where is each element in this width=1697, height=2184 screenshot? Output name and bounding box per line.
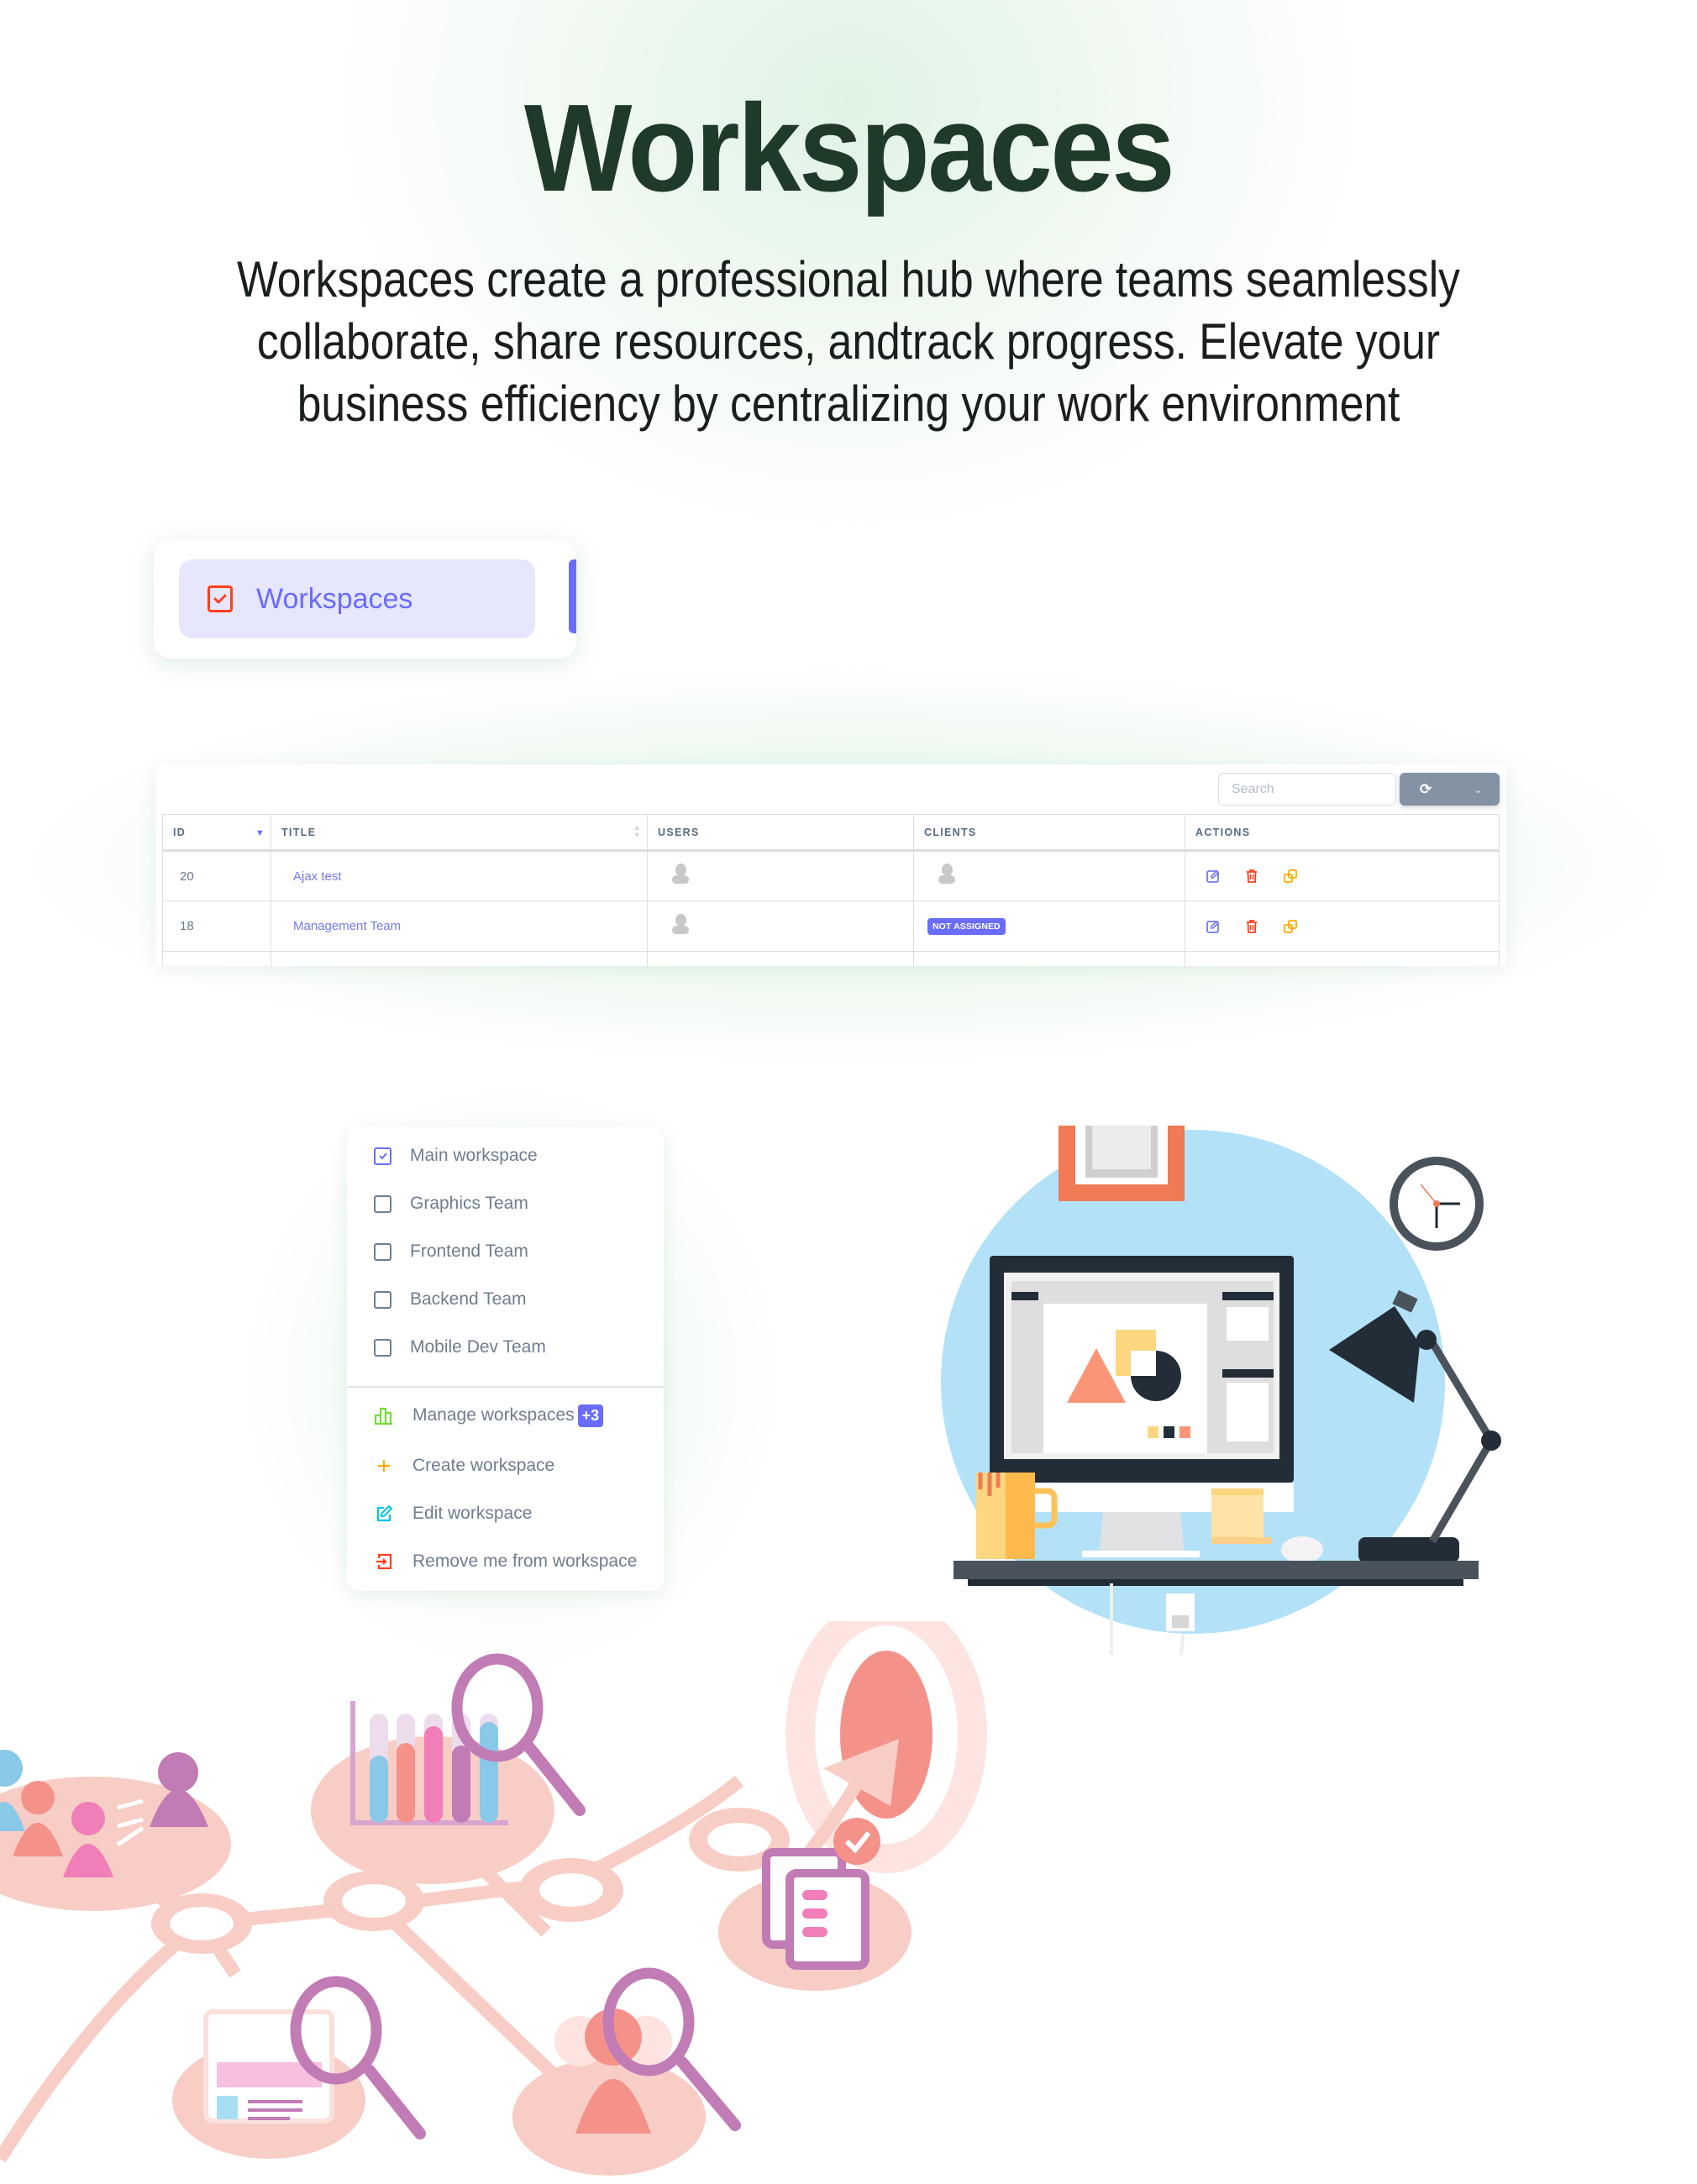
workspace-dropdown-menu: Main workspace Graphics Team Frontend Te… [347,1127,664,1591]
menu-item-frontend-team[interactable]: Frontend Team [374,1235,528,1268]
column-header-clients: CLIENTS [913,814,1185,852]
table-row: 18 Management Team NOT ASSIGNED [162,900,1500,952]
active-indicator [569,559,576,633]
bar-chart-icon [374,1405,394,1425]
edit-icon[interactable] [1206,919,1221,934]
duplicate-icon[interactable] [1283,919,1298,934]
refresh-button[interactable]: ⟳ ⌄ [1400,773,1500,806]
sidebar-item-label: Workspaces [256,582,413,615]
checkbox-icon[interactable] [374,1338,391,1357]
menu-item-backend-team[interactable]: Backend Team [374,1283,527,1316]
delete-icon[interactable] [1244,869,1259,884]
user-avatar[interactable] [671,864,690,885]
menu-item-graphics-team[interactable]: Graphics Team [374,1187,528,1221]
workspace-title-link[interactable]: Management Team [288,919,401,933]
desk-illustration [941,1126,1501,1655]
menu-item-create-workspace[interactable]: Create workspace [374,1449,554,1483]
table-row [162,951,1500,966]
page-title: Workspaces [523,79,1175,218]
note-paper-icon [1211,1488,1272,1544]
subtitle-line: collaborate, share resources, andtrack p… [256,313,1441,370]
page-subtitle: Workspaces create a professional hub whe… [198,249,1499,435]
sort-icon: ▲ ▼ [633,823,642,839]
subtitle-line: business efficiency by centralizing your… [297,375,1400,432]
picture-frame-icon [1059,1126,1185,1201]
plus-icon [374,1456,394,1476]
chart-search-icon [311,1653,586,1884]
checkbox-checked-icon[interactable] [374,1147,391,1165]
checkbox-icon [208,585,233,612]
checkbox-icon[interactable] [374,1290,391,1309]
menu-item-remove-me[interactable]: Remove me from workspace [374,1545,637,1578]
workspaces-table: ID ▼ TITLE ▲ ▼ USERS CLIENTS ACTIONS 20 Aja… [162,814,1500,966]
menu-divider [347,1386,664,1388]
column-header-actions: ACTIONS [1185,814,1500,852]
menu-item-edit-workspace[interactable]: Edit workspace [374,1497,532,1530]
menu-item-main-workspace[interactable]: Main workspace [374,1139,538,1173]
edit-icon[interactable] [1206,869,1221,884]
team-icon [0,1750,231,1911]
user-search-icon [512,1967,741,2176]
column-header-id[interactable]: ID ▼ [162,814,271,852]
subtitle-line: Workspaces create a professional hub whe… [236,251,1460,307]
not-assigned-badge: NOT ASSIGNED [927,917,1006,935]
workspaces-table-card: ⟳ ⌄ ID▼ TITLE▲▼ USERS CLIENTS ACTIONS 20… [155,764,1506,966]
clock-icon [1390,1157,1484,1251]
column-header-title[interactable]: TITLE ▲ ▼ [271,814,648,852]
logout-icon [374,1551,394,1572]
mouse-icon [1281,1536,1323,1563]
network-illustration [0,1621,987,2176]
refresh-icon: ⟳ [1420,780,1432,797]
checkbox-icon[interactable] [374,1242,391,1261]
webpage-search-icon [172,1976,426,2159]
delete-icon[interactable] [1244,919,1259,934]
desk-icon [954,1561,1479,1579]
chevron-down-icon[interactable]: ⌄ [1474,784,1482,795]
sort-desc-icon: ▼ [255,828,265,838]
edit-icon [374,1504,394,1524]
checkbox-icon[interactable] [374,1194,391,1213]
menu-item-manage-workspaces[interactable]: Manage workspaces +3 [374,1399,604,1432]
user-avatar[interactable] [671,913,690,936]
count-badge: +3 [577,1404,604,1427]
sidebar-item-workspaces[interactable]: Workspaces [179,559,535,638]
client-avatar[interactable] [938,864,956,885]
workspace-title-link[interactable]: Ajax test [288,869,342,884]
menu-item-mobile-dev-team[interactable]: Mobile Dev Team [374,1331,546,1364]
duplicate-icon[interactable] [1283,869,1298,884]
cell-id: 20 [162,850,271,901]
cell-id: 18 [162,900,271,952]
sidebar-card: Workspaces [154,539,576,659]
table-row: 20 Ajax test [162,850,1500,901]
column-header-users: USERS [647,814,914,852]
search-input[interactable] [1218,773,1396,806]
